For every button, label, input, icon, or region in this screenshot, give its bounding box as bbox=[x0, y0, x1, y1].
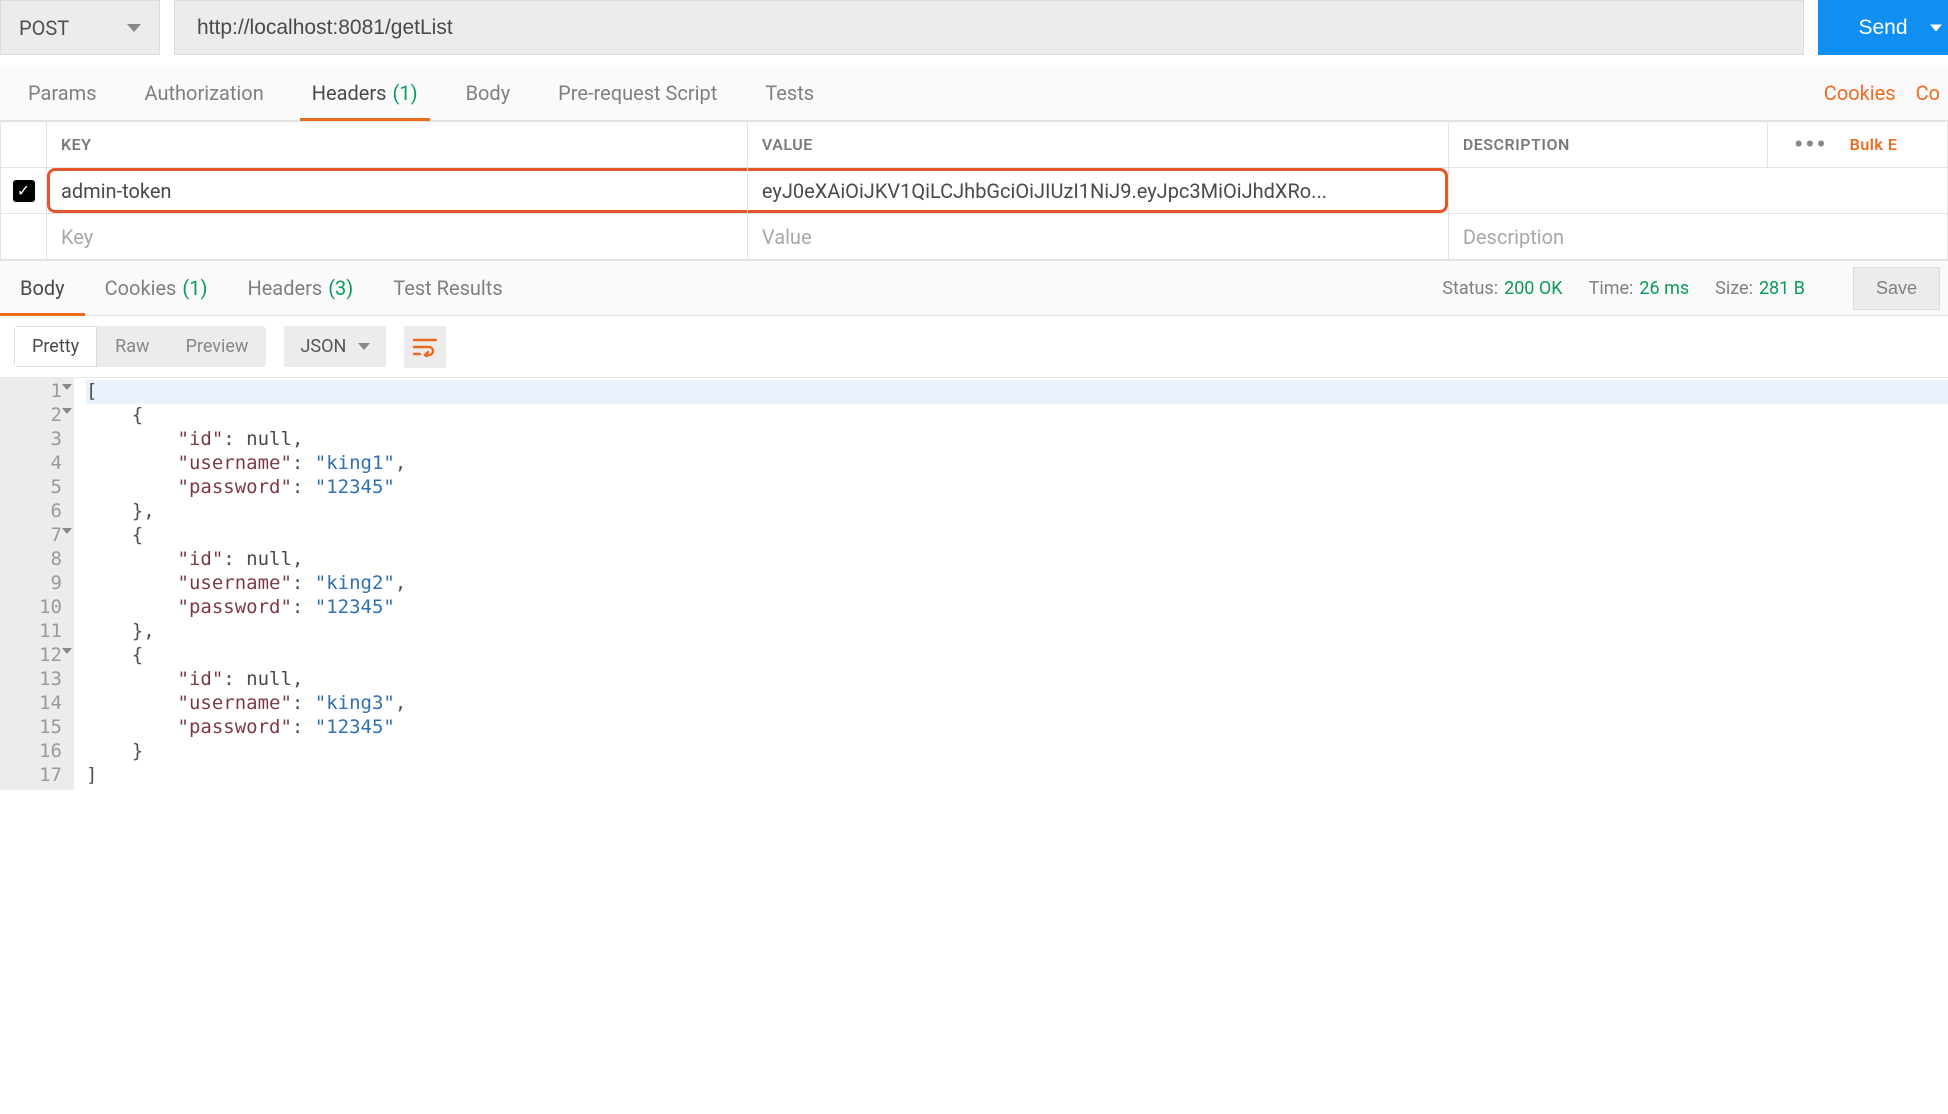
time-value: 26 ms bbox=[1639, 278, 1689, 299]
bulk-edit-link[interactable]: Bulk E bbox=[1850, 135, 1898, 154]
format-select[interactable]: JSON bbox=[284, 326, 386, 367]
http-method-value: POST bbox=[19, 16, 69, 40]
tab-response-body[interactable]: Body bbox=[0, 261, 85, 315]
request-tabs: Params Authorization Headers (1) Body Pr… bbox=[0, 65, 1948, 121]
view-mode-segment: Pretty Raw Preview bbox=[14, 326, 266, 367]
headers-col-key: KEY bbox=[47, 122, 748, 168]
send-button[interactable]: Send bbox=[1818, 0, 1948, 55]
view-raw[interactable]: Raw bbox=[97, 326, 167, 367]
tab-body[interactable]: Body bbox=[442, 65, 535, 120]
view-preview[interactable]: Preview bbox=[168, 326, 267, 367]
headers-col-description: DESCRIPTION bbox=[1448, 122, 1767, 168]
response-tabs: Body Cookies (1) Headers (3) Test Result… bbox=[0, 260, 1948, 316]
headers-count-badge: (1) bbox=[393, 81, 418, 105]
chevron-down-icon bbox=[127, 24, 141, 32]
cookies-link[interactable]: Cookies bbox=[1824, 81, 1896, 105]
status-label: Status:200 OK bbox=[1442, 278, 1562, 299]
response-body-viewer[interactable]: 1234567891011121314151617 [ { "id": null… bbox=[0, 378, 1948, 790]
headers-table: KEY VALUE DESCRIPTION ••• Bulk E ✓ admin… bbox=[0, 121, 1948, 260]
tab-response-cookies[interactable]: Cookies (1) bbox=[85, 261, 228, 315]
line-number-gutter: 1234567891011121314151617 bbox=[0, 378, 74, 790]
response-headers-count-badge: (3) bbox=[328, 276, 353, 300]
wrap-icon bbox=[413, 337, 437, 357]
wrap-lines-button[interactable] bbox=[404, 326, 446, 368]
view-pretty[interactable]: Pretty bbox=[14, 326, 97, 367]
header-row-new: Key Value Description bbox=[1, 214, 1948, 260]
header-value-input[interactable]: eyJ0eXAiOiJKV1QiLCJhbGciOiJIUzI1NiJ9.eyJ… bbox=[748, 168, 1448, 213]
header-key-input[interactable]: admin-token bbox=[47, 168, 747, 213]
time-label: Time:26 ms bbox=[1589, 278, 1690, 299]
headers-col-value: VALUE bbox=[747, 122, 1448, 168]
response-view-controls: Pretty Raw Preview JSON bbox=[0, 316, 1948, 378]
tab-response-headers[interactable]: Headers (3) bbox=[227, 261, 373, 315]
tab-headers[interactable]: Headers (1) bbox=[288, 65, 442, 120]
tab-authorization[interactable]: Authorization bbox=[121, 65, 288, 120]
tab-tests[interactable]: Tests bbox=[741, 65, 838, 120]
size-label: Size:281 B bbox=[1715, 278, 1805, 299]
header-value-input[interactable]: Value bbox=[748, 214, 1448, 259]
request-url-input[interactable] bbox=[174, 0, 1804, 55]
response-body-code: [ { "id": null, "username": "king1", "pa… bbox=[74, 378, 1948, 790]
header-enabled-checkbox[interactable]: ✓ bbox=[13, 180, 35, 202]
tab-params[interactable]: Params bbox=[4, 65, 121, 120]
size-value: 281 B bbox=[1759, 278, 1805, 299]
tab-test-results[interactable]: Test Results bbox=[373, 261, 522, 315]
header-row: ✓ admin-token eyJ0eXAiOiJKV1QiLCJhbGciOi… bbox=[1, 168, 1948, 214]
header-description-input[interactable]: Description bbox=[1449, 214, 1947, 259]
code-link[interactable]: Co bbox=[1916, 81, 1940, 105]
cookies-count-badge: (1) bbox=[182, 276, 207, 300]
chevron-down-icon bbox=[358, 343, 370, 350]
save-response-button[interactable]: Save bbox=[1853, 267, 1940, 310]
more-icon[interactable]: ••• bbox=[1794, 130, 1828, 160]
header-description-input[interactable] bbox=[1449, 168, 1947, 213]
http-method-select[interactable]: POST bbox=[0, 0, 160, 55]
chevron-down-icon[interactable] bbox=[1930, 24, 1942, 31]
header-key-input[interactable]: Key bbox=[47, 214, 747, 259]
tab-prerequest-script[interactable]: Pre-request Script bbox=[534, 65, 741, 120]
status-value: 200 OK bbox=[1504, 278, 1563, 299]
